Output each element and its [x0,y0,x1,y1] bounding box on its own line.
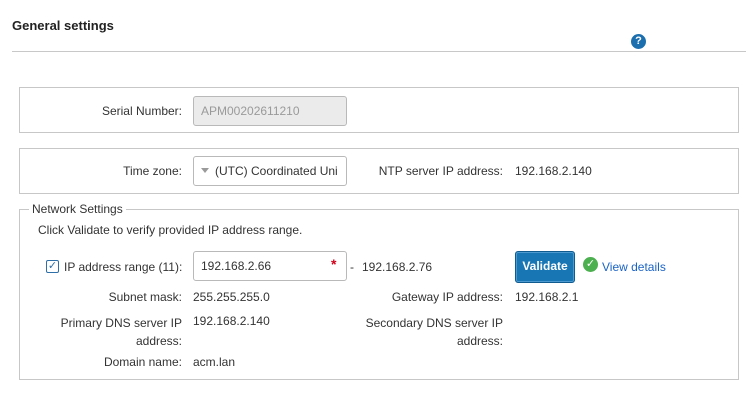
secondary-dns-label: Secondary DNS server IP address: [340,314,503,350]
primary-dns-label: Primary DNS server IP address: [30,314,182,350]
ntp-label: NTP server IP address: [378,164,503,178]
check-circle-icon: ✓ [583,257,598,272]
help-icon[interactable]: ? [631,34,646,49]
range-separator: - [350,260,354,274]
serial-number-label: Serial Number: [101,104,182,118]
primary-dns-label-line2: address: [135,334,182,348]
secondary-dns-label-line2: address: [456,334,503,348]
ip-range-label: IP address range (11): [64,260,183,274]
domain-name-label: Domain name: [103,355,182,369]
chevron-down-icon [201,168,209,174]
ip-range-checkbox[interactable]: ✓ [46,260,59,273]
network-instructions: Click Validate to verify provided IP add… [38,223,303,237]
validate-button[interactable]: Validate [515,251,575,283]
gateway-label: Gateway IP address: [391,290,503,304]
header-divider [12,51,746,52]
view-details-link[interactable]: View details [602,260,666,274]
ip-range-end-value: 192.168.2.76 [362,260,433,274]
gateway-value: 192.168.2.1 [515,290,579,304]
ip-range-start-input[interactable]: 192.168.2.66 [193,251,347,281]
timezone-value: (UTC) Coordinated Uni [215,164,338,178]
timezone-label: Time zone: [123,164,182,178]
primary-dns-label-line1: Primary DNS server IP [60,316,182,330]
ip-range-start-value: 192.168.2.66 [201,259,272,273]
network-settings-legend: Network Settings [29,202,126,216]
secondary-dns-label-line1: Secondary DNS server IP [365,316,503,330]
primary-dns-value: 192.168.2.140 [193,314,270,328]
subnet-mask-value: 255.255.255.0 [193,290,270,304]
serial-number-field: APM00202611210 [193,96,347,126]
required-marker: * [331,256,337,272]
subnet-mask-label: Subnet mask: [108,290,182,304]
domain-name-value: acm.lan [193,355,236,369]
ntp-value: 192.168.2.140 [515,164,592,178]
timezone-select[interactable]: (UTC) Coordinated Uni [193,156,347,186]
page-title: General settings [12,18,114,33]
